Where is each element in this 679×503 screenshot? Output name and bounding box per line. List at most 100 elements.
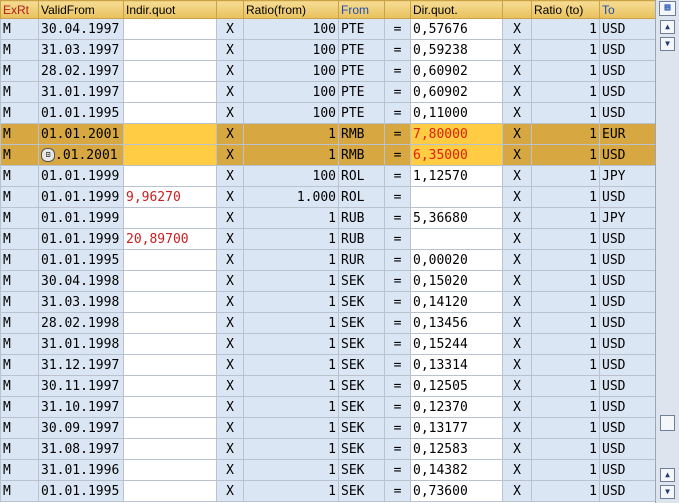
cell-direct-quotation[interactable]: 1,12570 <box>410 165 503 187</box>
cell-valid-from[interactable]: 01.01.1995 <box>38 102 124 124</box>
cell-to-currency[interactable]: USD <box>599 228 655 250</box>
cell-exrt[interactable]: M <box>0 291 39 313</box>
cell-ratio-to[interactable]: 1 <box>531 270 600 292</box>
cell-indirect-quotation[interactable] <box>123 417 217 439</box>
cell-to-currency[interactable]: USD <box>599 60 655 82</box>
cell-from-currency[interactable]: SEK <box>338 354 385 376</box>
cell-ratio-to[interactable]: 1 <box>531 354 600 376</box>
col-header-blank-3[interactable] <box>502 0 532 19</box>
cell-from-currency[interactable]: PTE <box>338 81 385 103</box>
cell-indirect-quotation[interactable] <box>123 354 217 376</box>
cell-ratio-from[interactable]: 1 <box>243 438 339 460</box>
cell-ratio-to[interactable]: 1 <box>531 102 600 124</box>
col-header-exrt[interactable]: ExRt <box>0 0 39 19</box>
cell-direct-quotation[interactable]: 7,80000 <box>410 123 503 145</box>
cell-direct-quotation[interactable]: 0,12370 <box>410 396 503 418</box>
cell-valid-from[interactable]: 30.04.1998 <box>38 270 124 292</box>
scroll-thumb[interactable] <box>660 415 675 431</box>
cell-indirect-quotation[interactable] <box>123 396 217 418</box>
table-settings-icon[interactable]: ▦ <box>659 1 676 16</box>
cell-direct-quotation[interactable]: 0,15020 <box>410 270 503 292</box>
cell-to-currency[interactable]: USD <box>599 291 655 313</box>
cell-from-currency[interactable]: SEK <box>338 480 385 502</box>
cell-ratio-from[interactable]: 1 <box>243 375 339 397</box>
cell-exrt[interactable]: M <box>0 123 39 145</box>
cell-indirect-quotation[interactable] <box>123 459 217 481</box>
cell-from-currency[interactable]: SEK <box>338 333 385 355</box>
cell-valid-from[interactable]: 30.09.1997 <box>38 417 124 439</box>
table-row[interactable]: M 31.10.1997 X 1 SEK = 0,12370 X 1 USD <box>0 396 655 418</box>
cell-direct-quotation[interactable]: 0,60902 <box>410 60 503 82</box>
cell-to-currency[interactable]: EUR <box>599 123 655 145</box>
cell-indirect-quotation[interactable] <box>123 312 217 334</box>
cell-to-currency[interactable]: JPY <box>599 165 655 187</box>
cell-valid-from[interactable]: 01.01.1999 <box>38 207 124 229</box>
cell-ratio-to[interactable]: 1 <box>531 312 600 334</box>
cell-ratio-to[interactable]: 1 <box>531 375 600 397</box>
cell-ratio-from[interactable]: 1 <box>243 249 339 271</box>
cell-direct-quotation[interactable]: 0,14382 <box>410 459 503 481</box>
scroll-down-button[interactable]: ▼ <box>660 37 675 51</box>
cell-direct-quotation[interactable]: 0,13314 <box>410 354 503 376</box>
cell-valid-from[interactable]: 31.08.1997 <box>38 438 124 460</box>
table-row[interactable]: M 01.01.2001 X 1 RMB = 7,80000 X 1 EUR <box>0 123 655 145</box>
cell-ratio-to[interactable]: 1 <box>531 228 600 250</box>
cell-exrt[interactable]: M <box>0 228 39 250</box>
cell-ratio-from[interactable]: 1.000 <box>243 186 339 208</box>
cell-from-currency[interactable]: SEK <box>338 417 385 439</box>
cell-to-currency[interactable]: USD <box>599 375 655 397</box>
cell-valid-from[interactable]: 01.01.1995 <box>38 480 124 502</box>
cell-valid-from[interactable]: 01.01.1999 <box>38 228 124 250</box>
cell-ratio-from[interactable]: 1 <box>243 228 339 250</box>
cell-ratio-from[interactable]: 100 <box>243 81 339 103</box>
cell-ratio-from[interactable]: 1 <box>243 312 339 334</box>
cell-to-currency[interactable]: USD <box>599 102 655 124</box>
cell-ratio-from[interactable]: 1 <box>243 333 339 355</box>
cell-exrt[interactable]: M <box>0 81 39 103</box>
table-row[interactable]: M 01.01.1999 X 1 RUB = 5,36680 X 1 JPY <box>0 207 655 229</box>
cell-ratio-to[interactable]: 1 <box>531 39 600 61</box>
cell-indirect-quotation[interactable] <box>123 291 217 313</box>
cell-direct-quotation[interactable]: 0,59238 <box>410 39 503 61</box>
cell-exrt[interactable]: M <box>0 18 39 40</box>
cell-indirect-quotation[interactable] <box>123 102 217 124</box>
table-row[interactable]: M 31.12.1997 X 1 SEK = 0,13314 X 1 USD <box>0 354 655 376</box>
col-header-validfrom[interactable]: ValidFrom <box>38 0 124 19</box>
cell-exrt[interactable]: M <box>0 60 39 82</box>
cell-ratio-from[interactable]: 100 <box>243 165 339 187</box>
cell-exrt[interactable]: M <box>0 438 39 460</box>
col-header-ratio-from[interactable]: Ratio(from) <box>243 0 339 19</box>
cell-to-currency[interactable]: USD <box>599 459 655 481</box>
cell-valid-from[interactable]: 01.01.1995 <box>38 249 124 271</box>
cell-from-currency[interactable]: SEK <box>338 270 385 292</box>
col-header-blank-2[interactable] <box>384 0 411 19</box>
cell-direct-quotation[interactable]: 6,35000 <box>410 144 503 166</box>
cell-value-help-icon[interactable]: ⊡ <box>41 148 55 162</box>
cell-ratio-to[interactable]: 1 <box>531 459 600 481</box>
table-row[interactable]: M 31.01.1998 X 1 SEK = 0,15244 X 1 USD <box>0 333 655 355</box>
cell-ratio-from[interactable]: 1 <box>243 480 339 502</box>
table-row[interactable]: M ⊡ .01.2001 X 1 RMB = 6,35000 X 1 USD <box>0 144 655 166</box>
cell-ratio-from[interactable]: 1 <box>243 354 339 376</box>
cell-direct-quotation[interactable]: 0,60902 <box>410 81 503 103</box>
cell-ratio-to[interactable]: 1 <box>531 480 600 502</box>
cell-valid-from[interactable]: ⊡ .01.2001 <box>38 144 124 166</box>
table-row[interactable]: M 01.01.1999 20,89700 X 1 RUB = X 1 USD <box>0 228 655 250</box>
cell-from-currency[interactable]: RMB <box>338 123 385 145</box>
cell-indirect-quotation[interactable] <box>123 81 217 103</box>
cell-direct-quotation[interactable]: 0,57676 <box>410 18 503 40</box>
cell-to-currency[interactable]: USD <box>599 39 655 61</box>
cell-direct-quotation[interactable]: 0,12583 <box>410 438 503 460</box>
cell-indirect-quotation[interactable] <box>123 144 217 166</box>
cell-indirect-quotation[interactable] <box>123 270 217 292</box>
cell-from-currency[interactable]: PTE <box>338 102 385 124</box>
cell-exrt[interactable]: M <box>0 207 39 229</box>
cell-to-currency[interactable]: USD <box>599 186 655 208</box>
table-row[interactable]: M 01.01.1995 X 1 RUR = 0,00020 X 1 USD <box>0 249 655 271</box>
col-header-to[interactable]: To <box>599 0 655 19</box>
cell-from-currency[interactable]: SEK <box>338 312 385 334</box>
cell-ratio-to[interactable]: 1 <box>531 333 600 355</box>
cell-direct-quotation[interactable]: 0,13456 <box>410 312 503 334</box>
cell-direct-quotation[interactable]: 0,00020 <box>410 249 503 271</box>
cell-exrt[interactable]: M <box>0 459 39 481</box>
